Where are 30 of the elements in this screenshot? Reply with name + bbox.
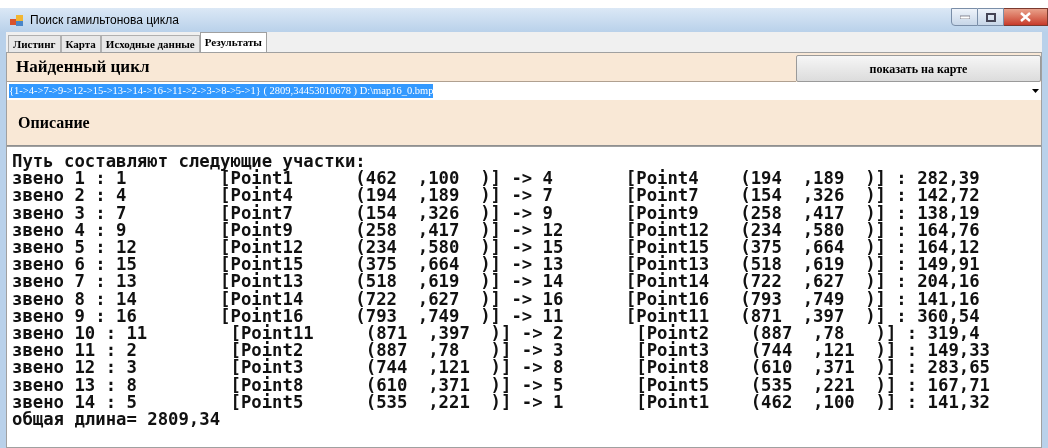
output-line: звено 12 : 3 [Point3 (744 ,121 )] -> 8 [Point8 (610 ,371 )] : 283,65 — [12, 359, 990, 377]
section-heading: Найденный цикл — [16, 56, 150, 79]
app-icon — [10, 13, 24, 27]
tab[interactable]: Листинг — [8, 35, 61, 52]
combo-value: {1->4->7->9->12->15->13->14->16->11->2->3->8->5->1} ( 2809,34453010678 ) D:\map16_0.bmp — [9, 84, 434, 98]
tab[interactable]: Исходные данные — [100, 35, 200, 52]
output-line: звено 11 : 2 [Point2 (887 ,78 )] -> 3 [Point3 (744 ,121 )] : 149,33 — [12, 342, 990, 360]
output-line: звено 2 : 4 [Point4 (194 ,189 )] -> 7 [Point7 (154 ,326 )] : 142,72 — [12, 187, 980, 205]
tab[interactable]: Результаты — [199, 32, 267, 52]
output-line: звено 8 : 14 [Point14 (722 ,627 )] -> 16 [Point16 (793 ,749 )] : 141,16 — [12, 290, 980, 308]
output-line: звено 4 : 9 [Point9 (258 ,417 )] -> 12 [Point12 (234 ,580 )] : 164,76 — [12, 221, 980, 239]
output-line: общая длина= 2809,34 — [12, 411, 221, 429]
output-text-area[interactable] — [7, 146, 1041, 447]
tab[interactable]: Карта — [60, 35, 101, 52]
section-heading: Описание — [18, 112, 90, 133]
window-title: Поиск гамильтонова цикла — [30, 12, 179, 29]
maximize-button[interactable] — [978, 8, 1004, 26]
output-line: звено 13 : 8 [Point8 (610 ,371 )] -> 5 [Point5 (535 ,221 )] : 167,71 — [12, 376, 990, 394]
close-button[interactable] — [1004, 8, 1048, 26]
output-line: звено 7 : 13 [Point13 (518 ,619 )] -> 14 [Point14 (722 ,627 )] : 204,16 — [12, 273, 980, 291]
output-line: звено 3 : 7 [Point7 (154 ,326 )] -> 9 [Point9 (258 ,417 )] : 138,19 — [12, 204, 980, 222]
output-line: Путь составляют следующие участки: — [12, 153, 366, 171]
maximize-icon — [985, 12, 996, 22]
minimize-icon — [959, 15, 970, 19]
dropdown-arrow-icon — [1032, 89, 1039, 93]
show-on-map-button[interactable]: показать на карте — [796, 55, 1041, 82]
output-line: звено 9 : 16 [Point16 (793 ,749 )] -> 11 [Point11 (871 ,397 )] : 360,54 — [12, 307, 980, 326]
output-line: звено 6 : 15 [Point15 (375 ,664 )] -> 13 [Point13 (518 ,619 )] : 149,91 — [12, 256, 980, 274]
output-line: звено 14 : 5 [Point5 (535 ,221 )] -> 1 [Point1 (462 ,100 )] : 141,32 — [12, 393, 990, 412]
close-icon — [1020, 12, 1031, 22]
